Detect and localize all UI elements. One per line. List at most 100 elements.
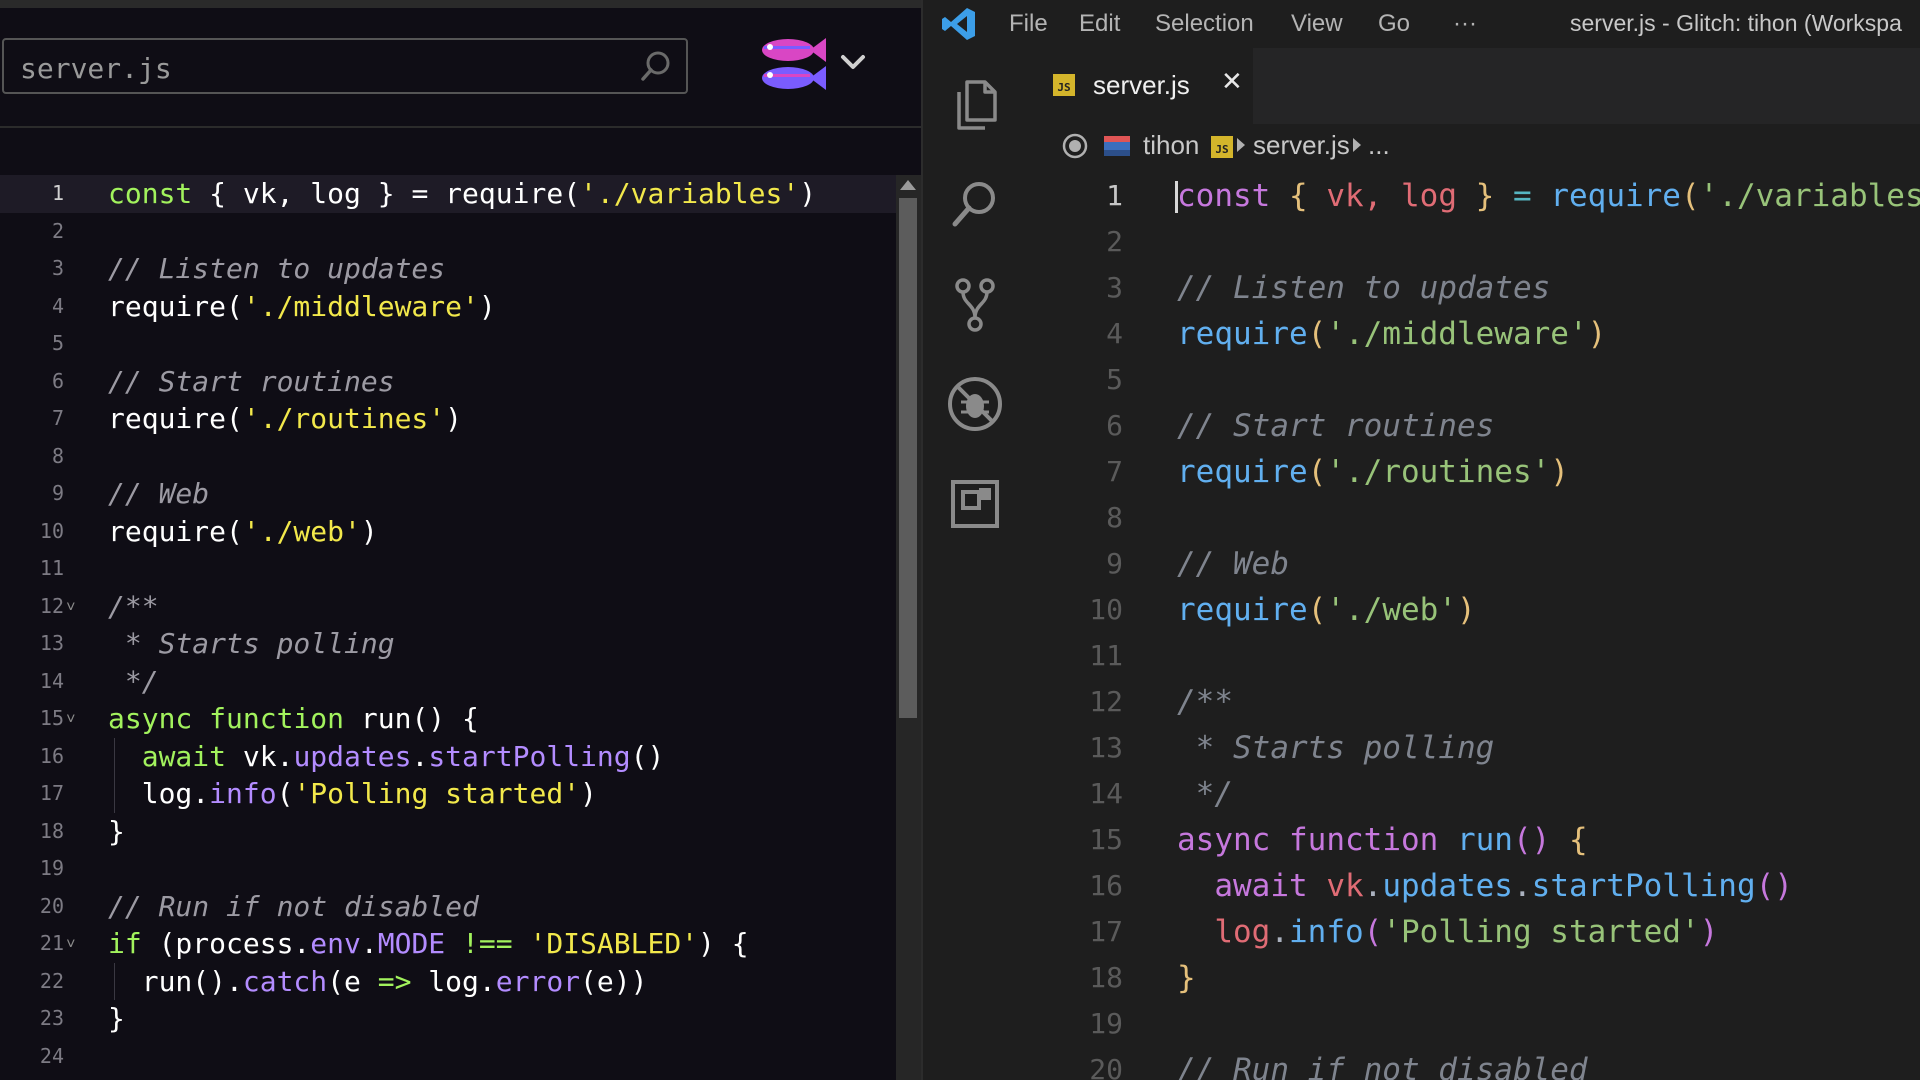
folder-icon — [1104, 136, 1130, 156]
fold-chevron-icon[interactable]: ˅ — [66, 588, 84, 626]
vscode-code-line[interactable]: 3 // Listen to updates — [1023, 265, 1920, 311]
glitch-code-line[interactable]: 17 log.info('Polling started') — [0, 775, 900, 813]
menu-selection[interactable]: Selection — [1155, 10, 1254, 38]
glitch-code-line[interactable]: 4 require('./middleware') — [0, 288, 900, 326]
glitch-code-line[interactable]: 12 ˅ /** — [0, 588, 900, 626]
menu-view[interactable]: View — [1291, 10, 1343, 38]
code-text: require('./middleware') — [108, 289, 496, 323]
line-number: 21 — [39, 931, 64, 955]
code-text: */ — [1177, 776, 1233, 812]
glitch-code-line[interactable]: 7 require('./routines') — [0, 400, 900, 438]
glitch-code-line[interactable]: 14 */ — [0, 663, 900, 701]
line-number: 8 — [51, 443, 64, 468]
code-text: require('./middleware') — [1177, 316, 1607, 352]
glitch-code-line[interactable]: 5 — [0, 325, 900, 363]
glitch-code-line[interactable]: 16 await vk.updates.startPolling() — [0, 737, 900, 775]
menu-file[interactable]: File — [1009, 10, 1048, 38]
glitch-code-line[interactable]: 3 // Listen to updates — [0, 250, 900, 288]
vscode-logo-icon — [942, 8, 975, 40]
glitch-code-line[interactable]: 2 — [0, 213, 900, 251]
glitch-code-line[interactable]: 10 require('./web') — [0, 513, 900, 551]
glitch-code-line[interactable]: 11 — [0, 550, 900, 588]
fold-chevron-icon[interactable]: ˅ — [66, 700, 84, 738]
glitch-code-editor[interactable]: 1 const { vk, log } = require('./variable… — [0, 175, 900, 1075]
code-text: log.info('Polling started') — [108, 777, 597, 810]
search-icon[interactable] — [945, 174, 1005, 234]
glitch-code-line[interactable]: 1 const { vk, log } = require('./variable… — [0, 175, 900, 213]
scroll-up-arrow-icon[interactable] — [900, 180, 916, 190]
vscode-code-line[interactable]: 1 const { vk, log } = require('./variable… — [1023, 173, 1920, 219]
glitch-code-line[interactable]: 23} — [0, 1000, 900, 1038]
vscode-code-line[interactable]: 9 // Web — [1023, 541, 1920, 587]
breadcrumb-file[interactable]: server.js — [1253, 130, 1350, 161]
source-control-icon[interactable] — [945, 274, 1005, 334]
vscode-code-line[interactable]: 8 — [1023, 495, 1920, 541]
glitch-code-line[interactable]: 13 * Starts polling — [0, 625, 900, 663]
line-number: 2 — [51, 218, 64, 243]
chevron-down-icon[interactable] — [838, 50, 868, 74]
line-number: 15 — [39, 706, 64, 730]
line-number: 9 — [51, 481, 64, 505]
glitch-code-line[interactable]: 18} — [0, 813, 900, 851]
vscode-code-line[interactable]: 10 require('./web') — [1023, 587, 1920, 633]
code-text: require('./routines') — [1177, 454, 1569, 490]
record-circle-icon[interactable] — [1061, 132, 1089, 160]
code-text: // Start routines — [108, 364, 395, 398]
line-number: 18 — [39, 818, 64, 843]
activity-bar — [923, 48, 1023, 1080]
vscode-code-line[interactable]: 13 * Starts polling — [1023, 725, 1920, 771]
line-number: 7 — [1106, 455, 1123, 488]
glitch-fish-logo-icon[interactable] — [752, 34, 828, 96]
js-file-icon: JS — [1211, 136, 1233, 158]
vscode-code-editor[interactable]: 1 const { vk, log } = require('./variable… — [1023, 173, 1920, 1080]
file-search-input[interactable]: server.js — [2, 38, 688, 94]
vscode-code-line[interactable]: 15 async function run() { — [1023, 817, 1920, 863]
vscode-code-line[interactable]: 14 */ — [1023, 771, 1920, 817]
glitch-code-line[interactable]: 15 ˅ async function run() { — [0, 700, 900, 738]
glitch-code-line[interactable]: 20 // Run if not disabled — [0, 888, 900, 926]
line-number: 14 — [1089, 777, 1123, 810]
menu-more[interactable]: ··· — [1453, 10, 1477, 38]
glitch-code-line[interactable]: 9 // Web — [0, 475, 900, 513]
glitch-code-line[interactable]: 19 — [0, 850, 900, 888]
vscode-window: File Edit Selection View Go ··· server.j… — [923, 0, 1920, 1080]
glitch-code-line[interactable]: 8 — [0, 438, 900, 476]
vscode-code-line[interactable]: 2 — [1023, 219, 1920, 265]
vscode-code-line[interactable]: 16 await vk.updates.startPolling() — [1023, 863, 1920, 909]
code-text: } — [108, 1002, 125, 1035]
breadcrumb-chevron-icon — [1353, 138, 1361, 152]
vscode-code-line[interactable]: 12 /** — [1023, 679, 1920, 725]
vscode-code-line[interactable]: 19 — [1023, 1001, 1920, 1047]
vscode-code-line[interactable]: 7 require('./routines') — [1023, 449, 1920, 495]
line-number: 16 — [1089, 869, 1123, 902]
explorer-files-icon[interactable] — [945, 74, 1005, 134]
breadcrumb-folder[interactable]: tihon — [1143, 130, 1199, 161]
breadcrumb-more[interactable]: ... — [1368, 130, 1390, 161]
close-icon[interactable]: ✕ — [1221, 66, 1243, 97]
code-text: // Listen to updates — [108, 252, 446, 285]
vscode-code-line[interactable]: 5 — [1023, 357, 1920, 403]
vscode-code-line[interactable]: 6 // Start routines — [1023, 403, 1920, 449]
menu-go[interactable]: Go — [1378, 10, 1410, 38]
fold-chevron-icon[interactable]: ˅ — [66, 925, 84, 963]
search-icon[interactable] — [638, 48, 674, 84]
glitch-code-line[interactable]: 21 ˅ if (process.env.MODE !== 'DISABLED') … — [0, 925, 900, 963]
menu-edit[interactable]: Edit — [1079, 10, 1120, 38]
vscode-code-line[interactable]: 4 require('./middleware') — [1023, 311, 1920, 357]
glitch-scrollbar-thumb[interactable] — [899, 198, 917, 718]
vscode-code-line[interactable]: 20 // Run if not disabled — [1023, 1047, 1920, 1080]
glitch-code-line[interactable]: 24 — [0, 1038, 900, 1076]
line-number: 16 — [39, 743, 64, 768]
code-text: await vk.updates.startPolling() — [1214, 868, 1793, 904]
glitch-top-strip — [0, 0, 921, 8]
extensions-icon[interactable] — [945, 474, 1005, 534]
line-number: 17 — [39, 781, 64, 805]
vscode-code-line[interactable]: 11 — [1023, 633, 1920, 679]
tab-server-js[interactable]: JS server.js ✕ — [1023, 48, 1253, 124]
code-text: } — [108, 814, 125, 848]
vscode-code-line[interactable]: 18} — [1023, 955, 1920, 1001]
glitch-code-line[interactable]: 22 run().catch(e => log.error(e)) — [0, 962, 900, 1000]
glitch-code-line[interactable]: 6 // Start routines — [0, 363, 900, 401]
debug-icon[interactable] — [945, 374, 1005, 434]
vscode-code-line[interactable]: 17 log.info('Polling started') — [1023, 909, 1920, 955]
